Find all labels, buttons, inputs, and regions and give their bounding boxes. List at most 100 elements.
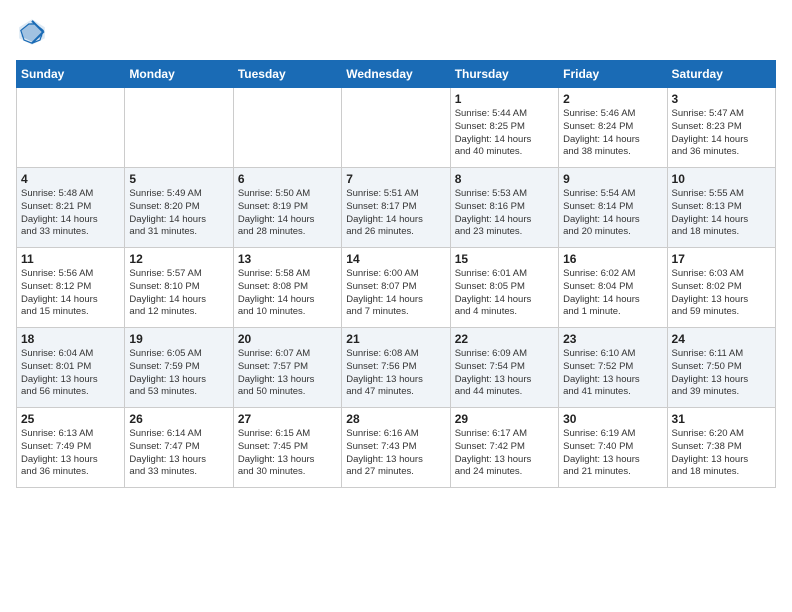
day-number: 1 — [455, 92, 554, 106]
header-day-sunday: Sunday — [17, 61, 125, 88]
day-cell-18: 18Sunrise: 6:04 AM Sunset: 8:01 PM Dayli… — [17, 328, 125, 408]
day-number: 24 — [672, 332, 771, 346]
header-day-wednesday: Wednesday — [342, 61, 450, 88]
header-day-friday: Friday — [559, 61, 667, 88]
day-number: 26 — [129, 412, 228, 426]
day-number: 8 — [455, 172, 554, 186]
day-content: Sunrise: 6:04 AM Sunset: 8:01 PM Dayligh… — [21, 348, 120, 399]
header-row: SundayMondayTuesdayWednesdayThursdayFrid… — [17, 61, 776, 88]
day-cell-29: 29Sunrise: 6:17 AM Sunset: 7:42 PM Dayli… — [450, 408, 558, 488]
day-content: Sunrise: 6:07 AM Sunset: 7:57 PM Dayligh… — [238, 348, 337, 399]
day-number: 19 — [129, 332, 228, 346]
header-day-tuesday: Tuesday — [233, 61, 341, 88]
day-content: Sunrise: 5:57 AM Sunset: 8:10 PM Dayligh… — [129, 268, 228, 319]
week-row-5: 25Sunrise: 6:13 AM Sunset: 7:49 PM Dayli… — [17, 408, 776, 488]
day-cell-empty-3 — [342, 88, 450, 168]
day-cell-28: 28 Sunrise: 6:16 AM Sunset: 7:43 PM Dayli… — [342, 408, 450, 488]
day-content: Sunrise: 6:02 AM Sunset: 8:04 PM Dayligh… — [563, 268, 662, 319]
day-cell-10: 10 Sunrise: 5:55 AM Sunset: 8:13 PM Dayli… — [667, 168, 775, 248]
day-content: Sunrise: 6:10 AM Sunset: 7:52 PM Dayligh… — [563, 348, 662, 399]
day-content: Sunrise: 6:11 AM Sunset: 7:50 PM Dayligh… — [672, 348, 771, 399]
day-cell-19: 19 Sunrise: 6:05 AM Sunset: 7:59 PM Dayli… — [125, 328, 233, 408]
day-content: Sunrise: 6:09 AM Sunset: 7:54 PM Dayligh… — [455, 348, 554, 399]
day-cell-13: 13Sunrise: 5:58 AM Sunset: 8:08 PM Dayli… — [233, 248, 341, 328]
day-content: Sunrise: 6:17 AM Sunset: 7:42 PM Dayligh… — [455, 428, 554, 479]
week-row-4: 18Sunrise: 6:04 AM Sunset: 8:01 PM Dayli… — [17, 328, 776, 408]
header-day-thursday: Thursday — [450, 61, 558, 88]
day-content: Sunrise: 6:20 AM Sunset: 7:38 PM Dayligh… — [672, 428, 771, 479]
day-cell-22: 22 Sunrise: 6:09 AM Sunset: 7:54 PM Dayli… — [450, 328, 558, 408]
day-cell-3: 3 Sunrise: 5:47 AM Sunset: 8:23 PM Daylig… — [667, 88, 775, 168]
day-content: Sunrise: 6:19 AM Sunset: 7:40 PM Dayligh… — [563, 428, 662, 479]
day-cell-14: 14 Sunrise: 6:00 AM Sunset: 8:07 PM Dayli… — [342, 248, 450, 328]
day-number: 21 — [346, 332, 445, 346]
day-cell-25: 25Sunrise: 6:13 AM Sunset: 7:49 PM Dayli… — [17, 408, 125, 488]
day-number: 14 — [346, 252, 445, 266]
day-number: 17 — [672, 252, 771, 266]
day-content: Sunrise: 5:46 AM Sunset: 8:24 PM Dayligh… — [563, 108, 662, 159]
day-number: 12 — [129, 252, 228, 266]
day-content: Sunrise: 5:54 AM Sunset: 8:14 PM Dayligh… — [563, 188, 662, 239]
day-cell-31: 31 Sunrise: 6:20 AM Sunset: 7:38 PM Dayli… — [667, 408, 775, 488]
day-cell-9: 9Sunrise: 5:54 AM Sunset: 8:14 PM Daylig… — [559, 168, 667, 248]
day-number: 22 — [455, 332, 554, 346]
header-day-monday: Monday — [125, 61, 233, 88]
day-cell-8: 8 Sunrise: 5:53 AM Sunset: 8:16 PM Daylig… — [450, 168, 558, 248]
day-content: Sunrise: 6:16 AM Sunset: 7:43 PM Dayligh… — [346, 428, 445, 479]
day-cell-27: 27 Sunrise: 6:15 AM Sunset: 7:45 PM Dayli… — [233, 408, 341, 488]
day-cell-30: 30 Sunrise: 6:19 AM Sunset: 7:40 PM Dayli… — [559, 408, 667, 488]
day-number: 3 — [672, 92, 771, 106]
day-number: 31 — [672, 412, 771, 426]
day-content: Sunrise: 5:48 AM Sunset: 8:21 PM Dayligh… — [21, 188, 120, 239]
header — [16, 16, 776, 48]
day-content: Sunrise: 6:05 AM Sunset: 7:59 PM Dayligh… — [129, 348, 228, 399]
day-cell-1: 1 Sunrise: 5:44 AM Sunset: 8:25 PM Daylig… — [450, 88, 558, 168]
week-row-3: 11 Sunrise: 5:56 AM Sunset: 8:12 PM Dayli… — [17, 248, 776, 328]
day-cell-15: 15Sunrise: 6:01 AM Sunset: 8:05 PM Dayli… — [450, 248, 558, 328]
day-number: 11 — [21, 252, 120, 266]
day-number: 10 — [672, 172, 771, 186]
day-cell-23: 23 Sunrise: 6:10 AM Sunset: 7:52 PM Dayli… — [559, 328, 667, 408]
day-number: 16 — [563, 252, 662, 266]
day-content: Sunrise: 5:55 AM Sunset: 8:13 PM Dayligh… — [672, 188, 771, 239]
day-cell-4: 4 Sunrise: 5:48 AM Sunset: 8:21 PM Daylig… — [17, 168, 125, 248]
day-cell-empty-2 — [233, 88, 341, 168]
day-cell-empty-1 — [125, 88, 233, 168]
logo — [16, 16, 52, 48]
day-content: Sunrise: 6:14 AM Sunset: 7:47 PM Dayligh… — [129, 428, 228, 479]
day-cell-7: 7Sunrise: 5:51 AM Sunset: 8:17 PM Daylig… — [342, 168, 450, 248]
day-cell-11: 11 Sunrise: 5:56 AM Sunset: 8:12 PM Dayli… — [17, 248, 125, 328]
week-row-1: 1 Sunrise: 5:44 AM Sunset: 8:25 PM Daylig… — [17, 88, 776, 168]
day-content: Sunrise: 5:44 AM Sunset: 8:25 PM Dayligh… — [455, 108, 554, 159]
day-content: Sunrise: 6:13 AM Sunset: 7:49 PM Dayligh… — [21, 428, 120, 479]
day-cell-17: 17 Sunrise: 6:03 AM Sunset: 8:02 PM Dayli… — [667, 248, 775, 328]
day-number: 4 — [21, 172, 120, 186]
day-number: 2 — [563, 92, 662, 106]
day-content: Sunrise: 6:01 AM Sunset: 8:05 PM Dayligh… — [455, 268, 554, 319]
day-cell-2: 2 Sunrise: 5:46 AM Sunset: 8:24 PM Daylig… — [559, 88, 667, 168]
week-row-2: 4 Sunrise: 5:48 AM Sunset: 8:21 PM Daylig… — [17, 168, 776, 248]
calendar-table: SundayMondayTuesdayWednesdayThursdayFrid… — [16, 60, 776, 488]
day-content: Sunrise: 5:53 AM Sunset: 8:16 PM Dayligh… — [455, 188, 554, 239]
day-number: 30 — [563, 412, 662, 426]
header-day-saturday: Saturday — [667, 61, 775, 88]
day-content: Sunrise: 6:03 AM Sunset: 8:02 PM Dayligh… — [672, 268, 771, 319]
day-cell-5: 5 Sunrise: 5:49 AM Sunset: 8:20 PM Daylig… — [125, 168, 233, 248]
day-cell-24: 24 Sunrise: 6:11 AM Sunset: 7:50 PM Dayli… — [667, 328, 775, 408]
day-number: 27 — [238, 412, 337, 426]
day-content: Sunrise: 5:47 AM Sunset: 8:23 PM Dayligh… — [672, 108, 771, 159]
day-content: Sunrise: 6:08 AM Sunset: 7:56 PM Dayligh… — [346, 348, 445, 399]
day-number: 28 — [346, 412, 445, 426]
day-number: 7 — [346, 172, 445, 186]
day-content: Sunrise: 6:00 AM Sunset: 8:07 PM Dayligh… — [346, 268, 445, 319]
day-number: 13 — [238, 252, 337, 266]
day-cell-empty-0 — [17, 88, 125, 168]
day-content: Sunrise: 6:15 AM Sunset: 7:45 PM Dayligh… — [238, 428, 337, 479]
day-number: 5 — [129, 172, 228, 186]
logo-icon — [16, 16, 48, 48]
day-cell-21: 21 Sunrise: 6:08 AM Sunset: 7:56 PM Dayli… — [342, 328, 450, 408]
day-number: 23 — [563, 332, 662, 346]
day-content: Sunrise: 5:56 AM Sunset: 8:12 PM Dayligh… — [21, 268, 120, 319]
day-cell-12: 12 Sunrise: 5:57 AM Sunset: 8:10 PM Dayli… — [125, 248, 233, 328]
day-content: Sunrise: 5:49 AM Sunset: 8:20 PM Dayligh… — [129, 188, 228, 239]
